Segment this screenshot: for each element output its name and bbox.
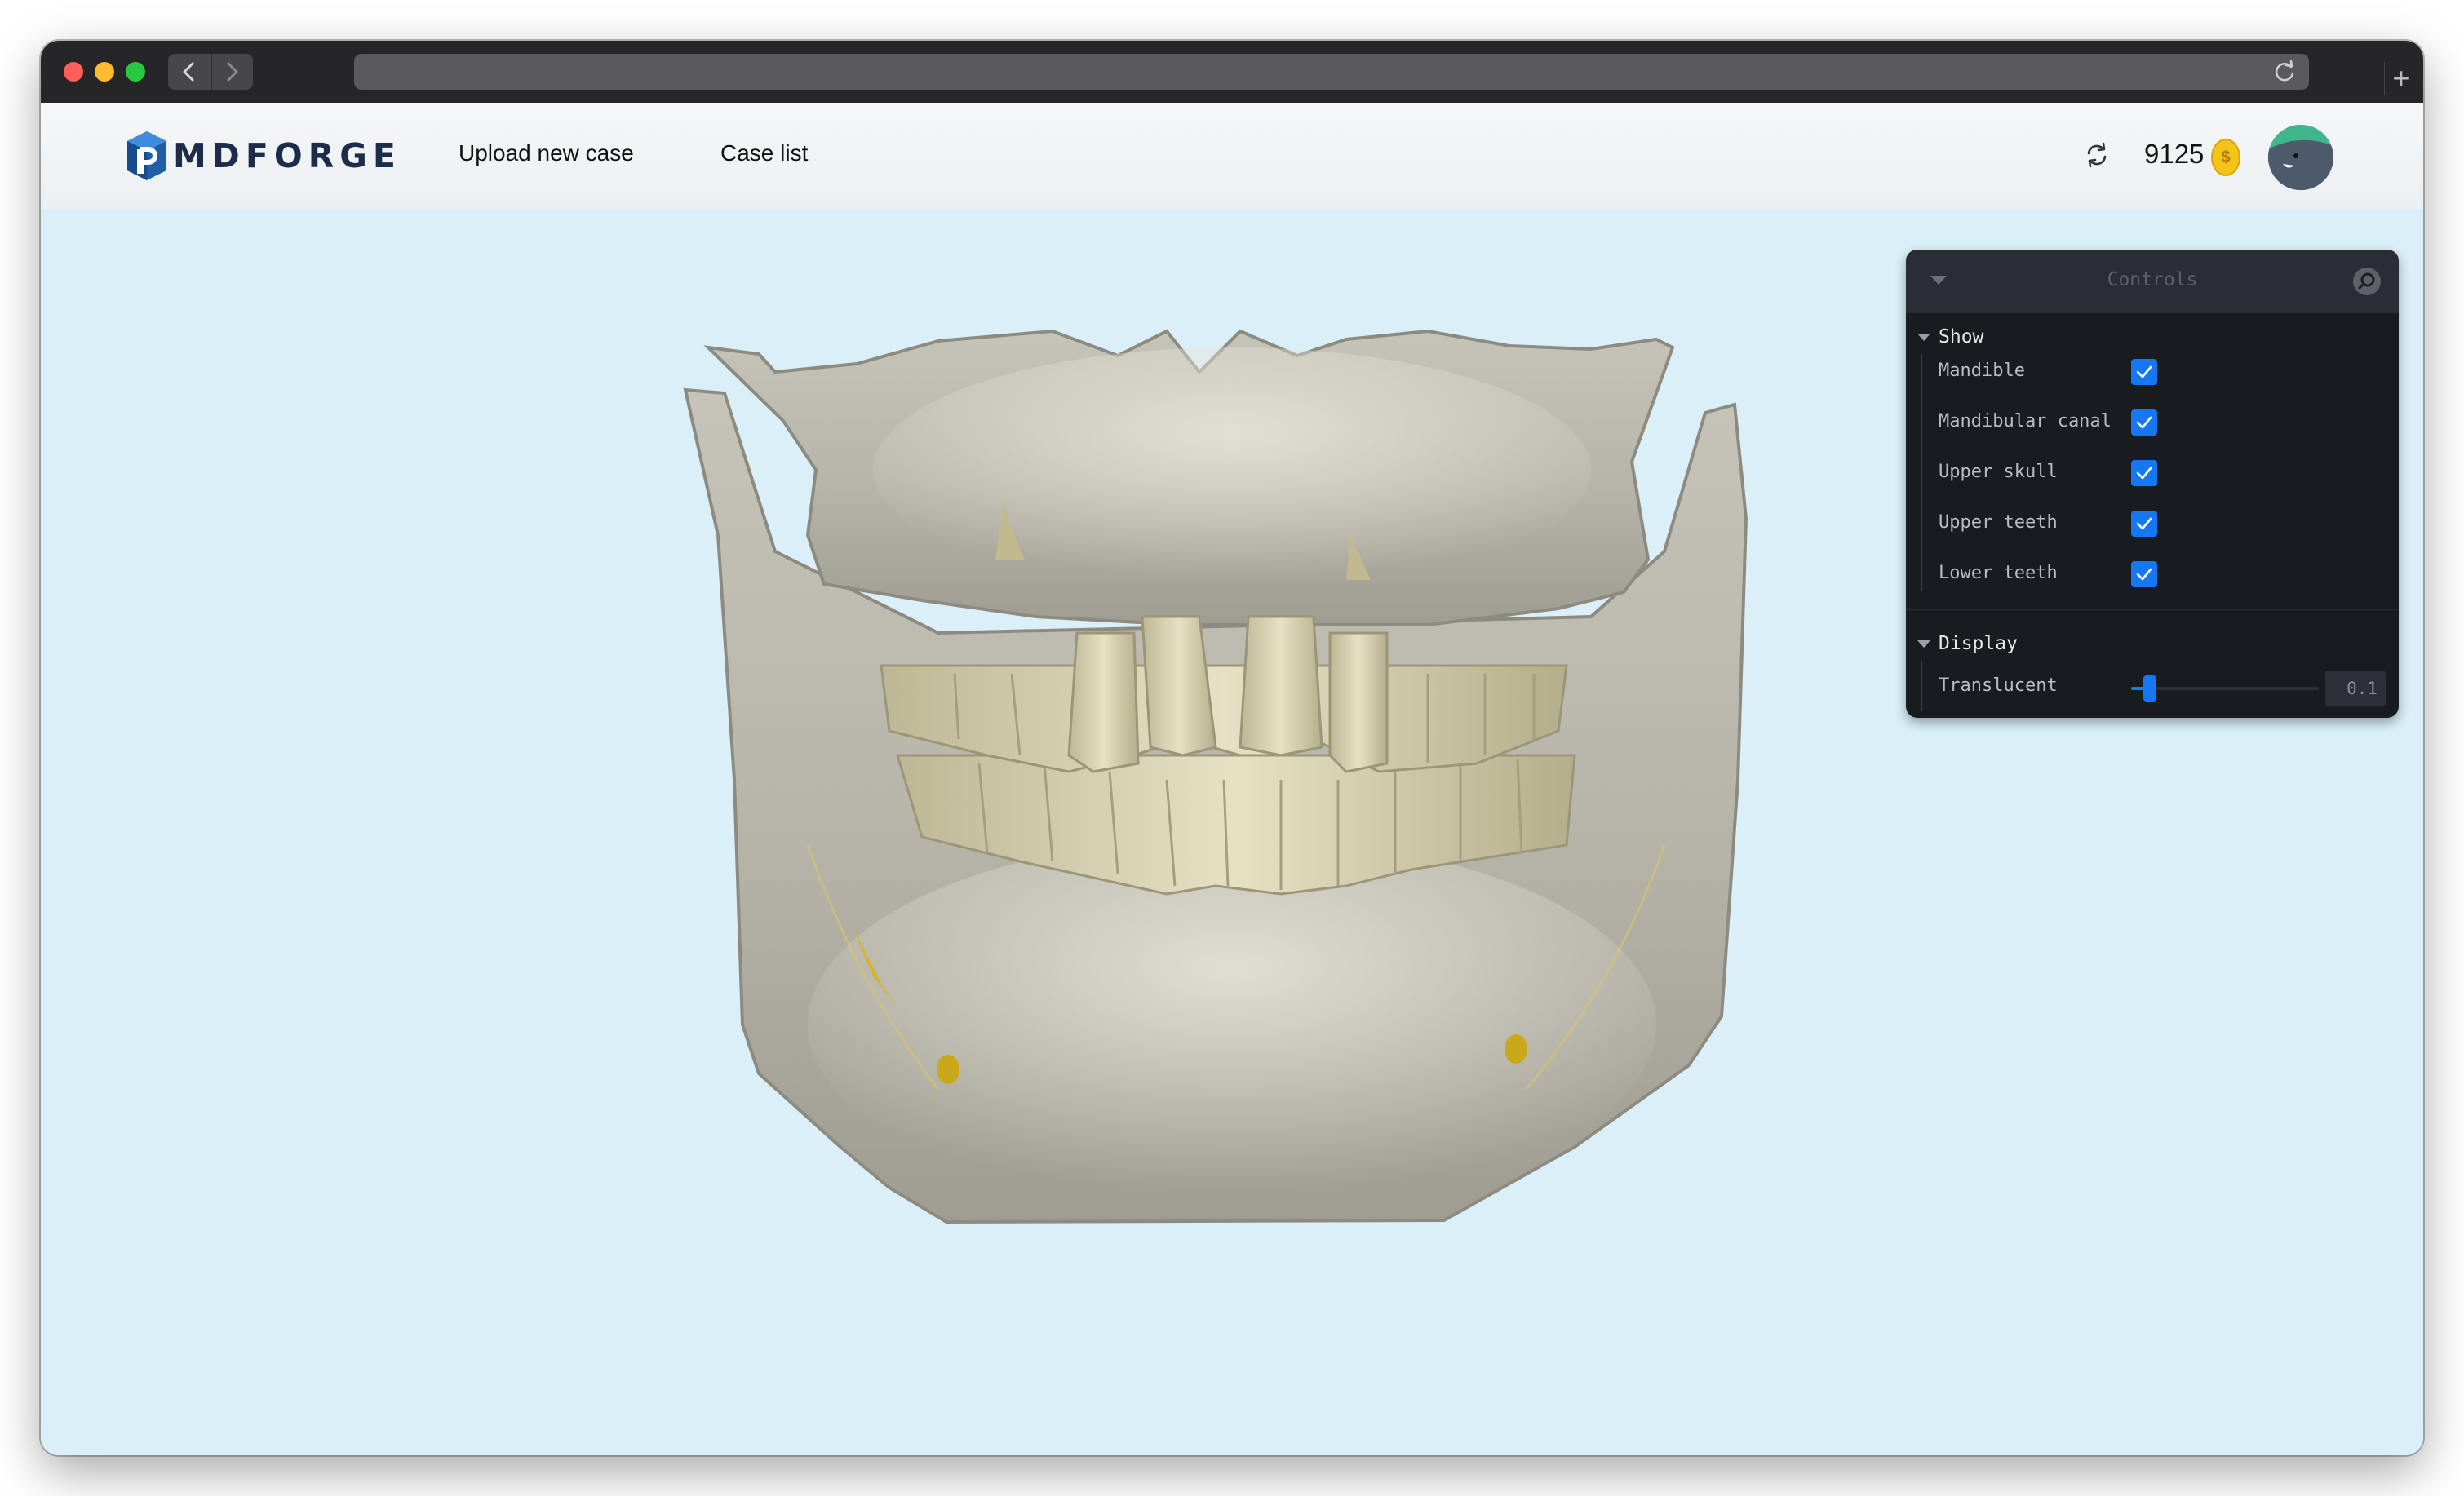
history-nav (168, 54, 253, 90)
mandible-checkbox[interactable] (2131, 359, 2157, 385)
nav-upload-new-case[interactable]: Upload new case (459, 140, 634, 166)
lower-teeth-label: Lower teeth (1939, 563, 2058, 583)
translucent-slider-thumb[interactable] (2143, 675, 2156, 702)
upper-skull-checkbox[interactable] (2131, 460, 2157, 486)
address-bar[interactable] (354, 54, 2309, 90)
search-icon[interactable] (2353, 268, 2381, 295)
translucent-value-input[interactable]: 0.1 (2325, 671, 2386, 706)
mandibular-canal-label: Mandibular canal (1939, 411, 2112, 432)
browser-titlebar: + (41, 41, 2423, 104)
upper-skull (703, 329, 1675, 626)
logo[interactable]: MDFORGE (126, 130, 401, 182)
controls-title: Controls (2107, 269, 2198, 290)
sync-icon[interactable] (2082, 140, 2112, 170)
folder-caret-icon (1917, 640, 1930, 648)
folder-display-label: Display (1939, 633, 2018, 654)
translucent-label: Translucent (1939, 675, 2058, 696)
chevron-right-icon (227, 62, 238, 82)
upper-teeth-label: Upper teeth (1939, 512, 2058, 533)
mandible-label: Mandible (1939, 361, 2025, 381)
folder-caret-icon (1917, 333, 1930, 341)
folder-display[interactable]: Display (1917, 633, 2018, 654)
check-icon (2136, 365, 2152, 378)
folder-divider (1906, 609, 2399, 610)
folder-show[interactable]: Show (1917, 326, 1983, 347)
check-icon (2136, 568, 2152, 581)
reload-icon[interactable] (2271, 59, 2298, 85)
lower-teeth-checkbox[interactable] (2131, 561, 2157, 587)
avatar[interactable] (2268, 125, 2333, 190)
credits-count: 9125 (2144, 139, 2205, 169)
check-icon (2136, 467, 2152, 480)
app-header: MDFORGE Upload new case Case list 9125 $ (41, 103, 2423, 209)
nav-case-list[interactable]: Case list (720, 140, 808, 166)
chevron-left-icon (183, 62, 194, 82)
upper-teeth-checkbox[interactable] (2131, 511, 2157, 537)
user-avatar-icon (2268, 125, 2333, 190)
back-button[interactable] (168, 54, 212, 90)
folder-display-line (1921, 661, 1922, 711)
controls-panel: Controls Show Mandible Mandibular canal … (1906, 250, 2399, 718)
check-icon (2136, 517, 2152, 530)
close-window-button[interactable] (64, 62, 83, 82)
mandibular-canal-checkbox[interactable] (2131, 409, 2157, 436)
browser-window: + MDFORGE Upload new case Case list 9125… (41, 41, 2423, 1455)
folder-show-line (1921, 354, 1922, 591)
forward-button[interactable] (211, 54, 253, 90)
folder-show-label: Show (1939, 326, 1984, 347)
controls-title-bar[interactable]: Controls (1906, 250, 2399, 313)
logo-text: MDFORGE (173, 136, 401, 175)
check-icon (2136, 416, 2152, 429)
minimize-window-button[interactable] (95, 62, 114, 82)
translucent-slider[interactable] (2131, 687, 2319, 690)
logo-cube-icon (127, 131, 166, 180)
upper-skull-label: Upper skull (1939, 462, 2058, 482)
coin-icon: $ (2211, 139, 2240, 176)
new-tab-button[interactable]: + (2384, 62, 2417, 95)
zoom-window-button[interactable] (126, 62, 145, 82)
